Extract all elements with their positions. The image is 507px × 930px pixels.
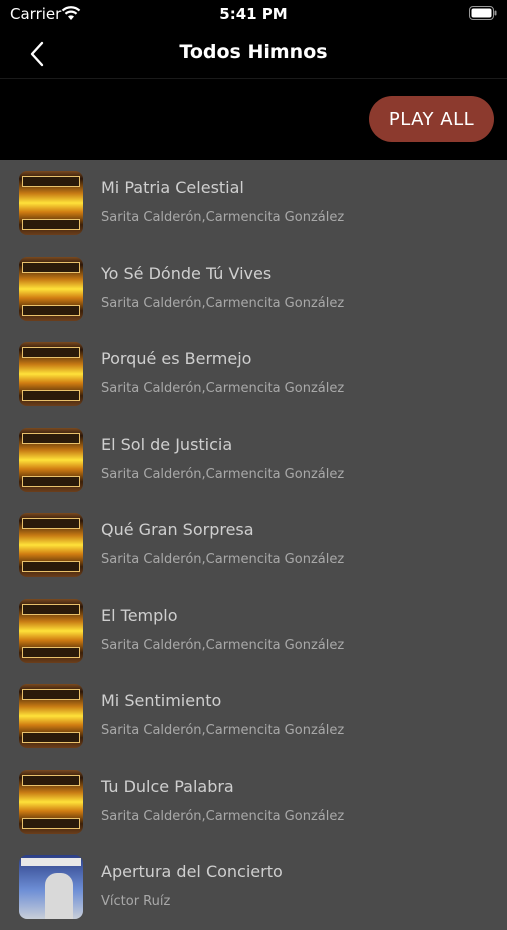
- song-artist: Sarita Calderón,Carmencita González: [101, 552, 345, 567]
- song-artist: Sarita Calderón,Carmencita González: [101, 723, 345, 738]
- song-title: Mi Patria Celestial: [101, 178, 244, 197]
- album-artwork: [19, 855, 83, 919]
- page-title: Todos Himnos: [179, 41, 328, 63]
- song-row[interactable]: Tu Dulce Palabra Sarita Calderón,Carmenci…: [0, 759, 507, 845]
- song-row[interactable]: El Templo Sarita Calderón,Carmencita Gonz…: [0, 588, 507, 674]
- song-row[interactable]: Apertura del Concierto Víctor Ruíz: [0, 844, 507, 930]
- song-row[interactable]: El Sol de Justicia Sarita Calderón,Carmen…: [0, 417, 507, 503]
- song-row[interactable]: Mi Sentimiento Sarita Calderón,Carmencita…: [0, 673, 507, 759]
- status-bar: Carrier 5:41 PM: [0, 0, 507, 30]
- song-row[interactable]: Mi Patria Celestial Sarita Calderón,Carme…: [0, 160, 507, 246]
- song-artist: Sarita Calderón,Carmencita González: [101, 295, 345, 311]
- song-artist: Víctor Ruíz: [101, 894, 171, 909]
- song-row[interactable]: Yo Sé Dónde Tú Vives Sarita Calderón,Carm…: [0, 246, 507, 332]
- song-artist: Sarita Calderón,Carmencita González: [101, 808, 345, 824]
- album-artwork: [19, 427, 83, 492]
- song-title: Qué Gran Sorpresa: [101, 520, 254, 539]
- song-artist: Sarita Calderón,Carmencita González: [101, 637, 345, 653]
- toolbar: PLAY ALL: [0, 79, 507, 160]
- album-artwork: [19, 598, 83, 663]
- play-all-button[interactable]: PLAY ALL: [369, 96, 494, 142]
- song-title: Porqué es Bermejo: [101, 349, 252, 368]
- album-artwork: [19, 342, 83, 406]
- song-title: Apertura del Concierto: [101, 862, 283, 881]
- song-title: Tu Dulce Palabra: [101, 776, 234, 796]
- album-artwork: [19, 684, 83, 748]
- navigation-bar: Todos Himnos: [0, 30, 507, 79]
- song-list: Mi Patria Celestial Sarita Calderón,Carme…: [0, 160, 507, 930]
- album-artwork: [19, 171, 83, 235]
- song-artist: Sarita Calderón,Carmencita González: [101, 210, 345, 225]
- song-title: El Templo: [101, 605, 178, 625]
- song-title: El Sol de Justicia: [101, 434, 233, 454]
- album-artwork: [19, 769, 83, 834]
- song-row[interactable]: Porqué es Bermejo Sarita Calderón,Carmenc…: [0, 331, 507, 417]
- song-artist: Sarita Calderón,Carmencita González: [101, 381, 345, 396]
- status-time: 5:41 PM: [219, 5, 288, 23]
- album-artwork: [19, 513, 83, 577]
- song-title: Mi Sentimiento: [101, 691, 222, 710]
- battery-icon: [469, 6, 497, 20]
- song-artist: Sarita Calderón,Carmencita González: [101, 466, 345, 482]
- album-artwork: [19, 256, 83, 321]
- song-row[interactable]: Qué Gran Sorpresa Sarita Calderón,Carmenc…: [0, 502, 507, 588]
- song-title: Yo Sé Dónde Tú Vives: [101, 263, 272, 283]
